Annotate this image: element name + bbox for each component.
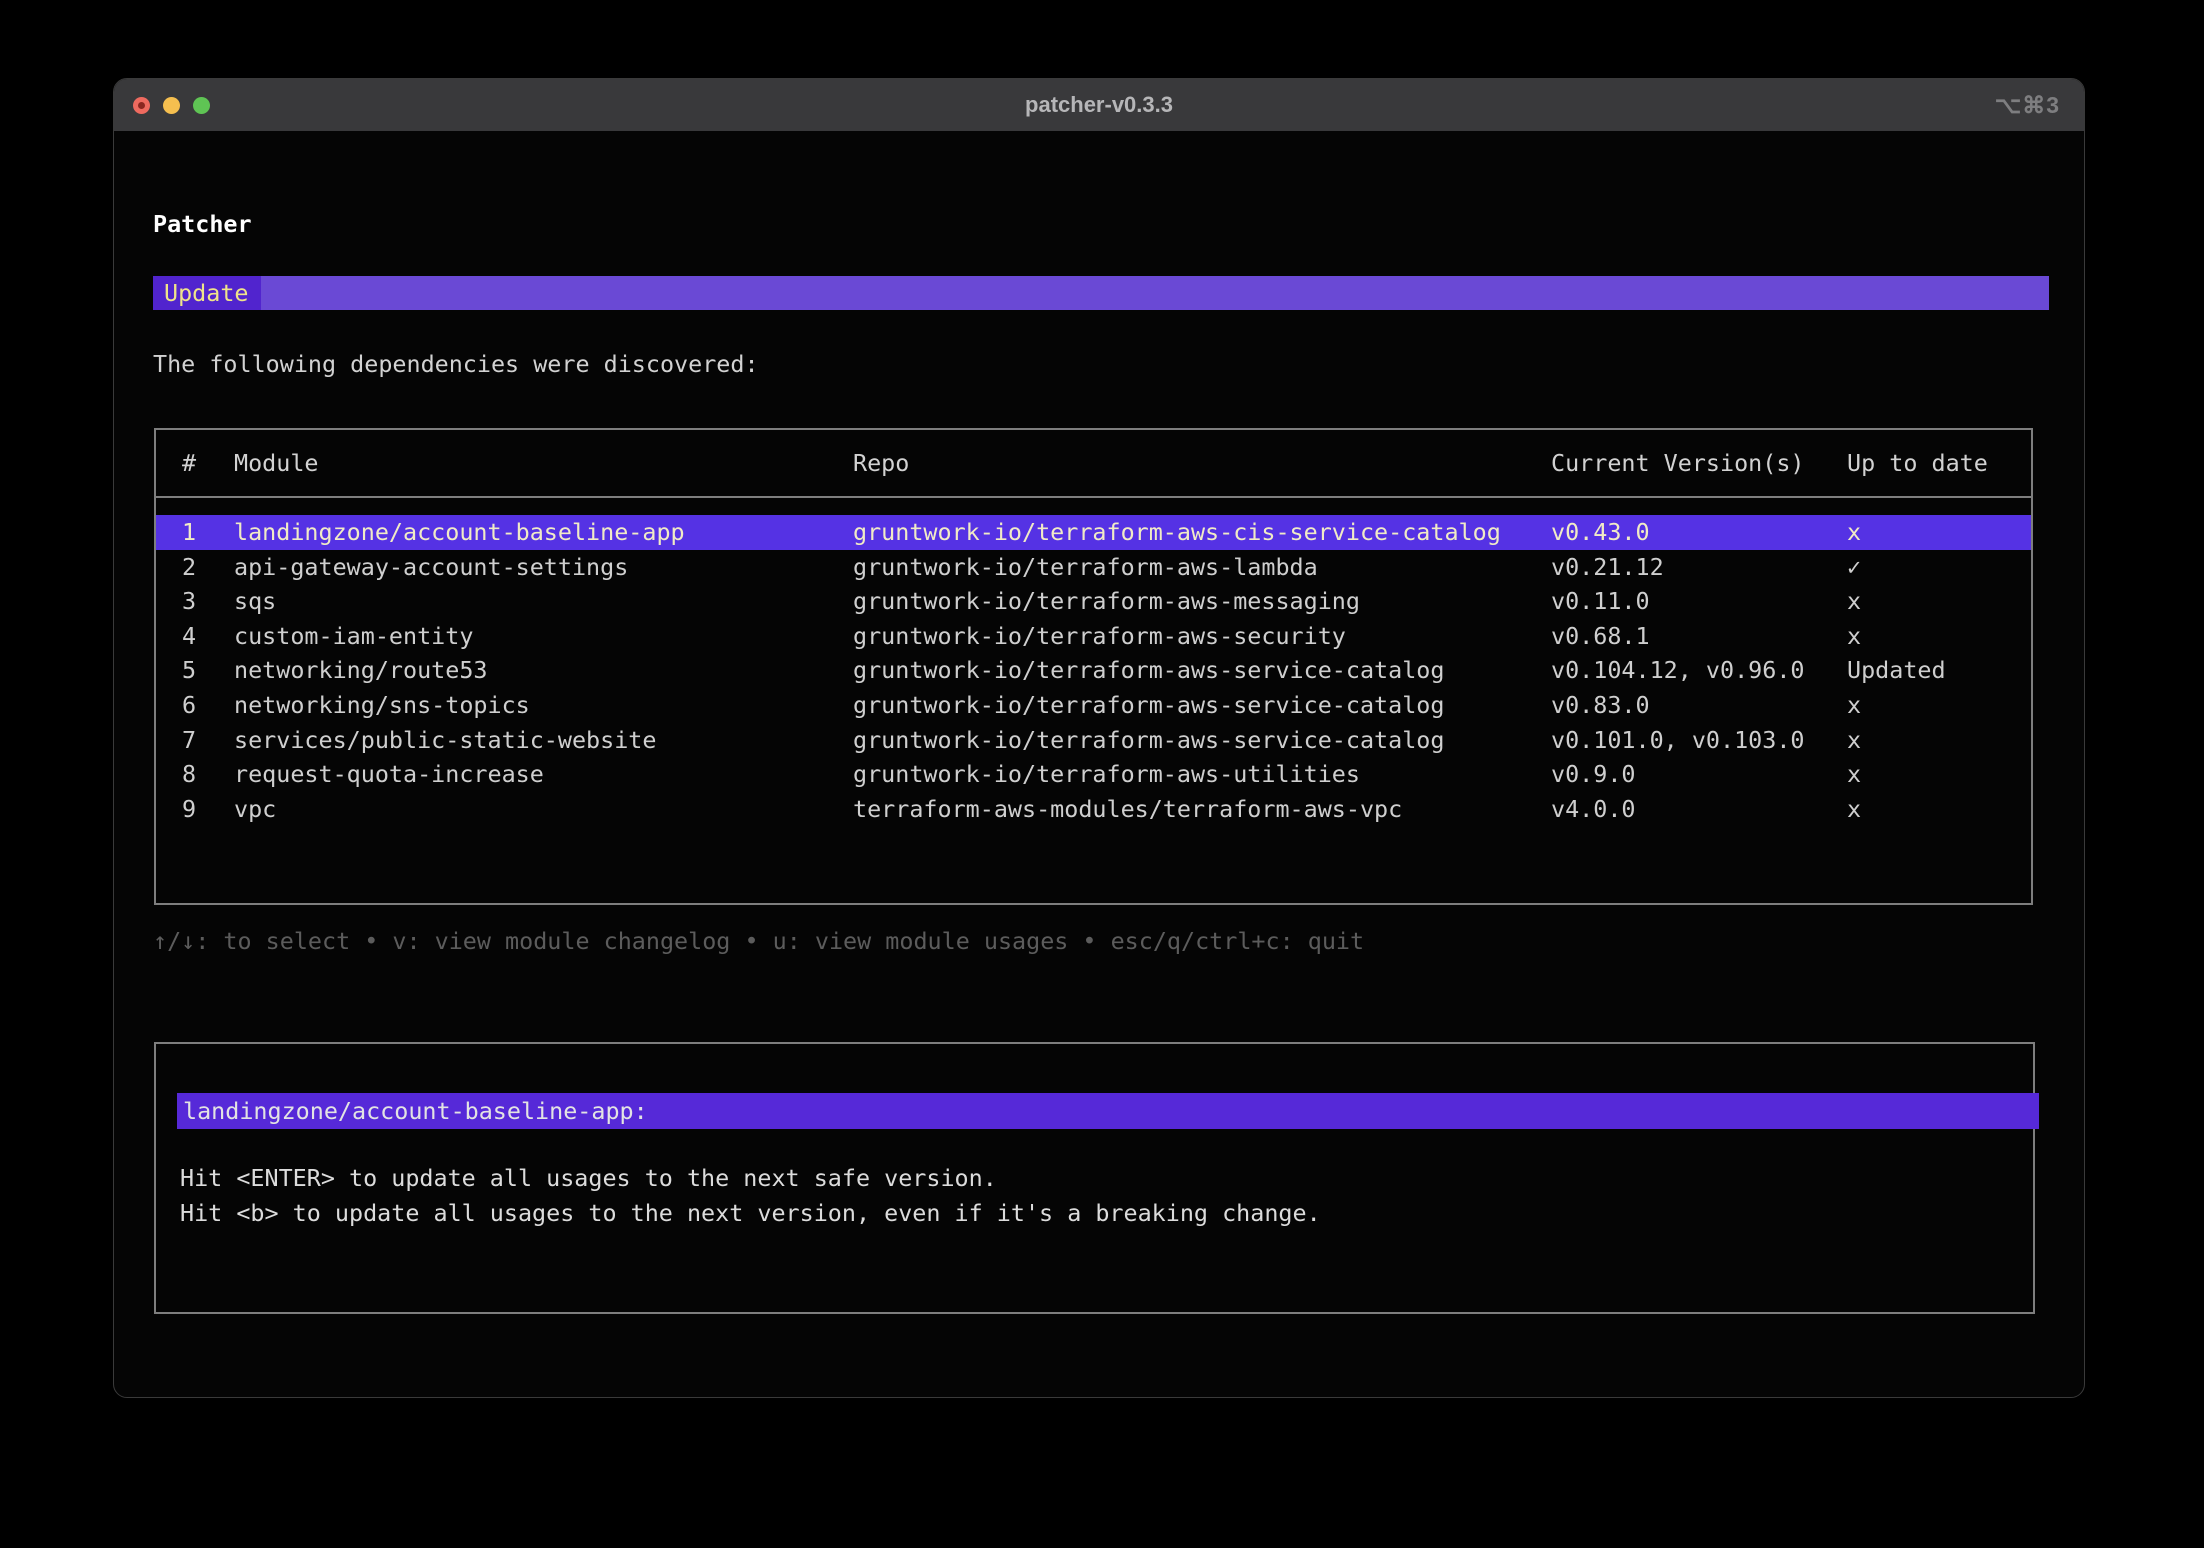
row-module: sqs [234,584,853,619]
row-number: 5 [182,653,234,688]
row-repo: gruntwork-io/terraform-aws-lambda [853,550,1551,585]
detail-instructions: Hit <ENTER> to update all usages to the … [180,1161,1321,1230]
terminal-window: patcher-v0.3.3 ⌥⌘3 Patcher Update The fo… [113,78,2085,1398]
row-number: 4 [182,619,234,654]
table-header: # Module Repo Current Version(s) Up to d… [156,430,2031,498]
row-status: x [1847,723,2031,758]
row-versions: v0.9.0 [1551,757,1847,792]
col-repo: Repo [853,430,1551,496]
col-versions: Current Version(s) [1551,430,1847,496]
row-repo: gruntwork-io/terraform-aws-utilities [853,757,1551,792]
col-status: Up to date [1847,430,2031,496]
table-row[interactable]: 6 networking/sns-topics gruntwork-io/ter… [156,688,2031,723]
row-number: 1 [182,515,234,550]
row-status: x [1847,792,2031,827]
keybinding-help: ↑/↓: to select • v: view module changelo… [153,924,1364,958]
row-number: 3 [182,584,234,619]
row-module: services/public-static-website [234,723,853,758]
row-module: request-quota-increase [234,757,853,792]
row-module: vpc [234,792,853,827]
instruction-line: Hit <ENTER> to update all usages to the … [180,1161,1321,1196]
row-status: Updated [1847,653,2031,688]
row-module: networking/sns-topics [234,688,853,723]
table-row[interactable]: 8 request-quota-increase gruntwork-io/te… [156,757,2031,792]
close-button[interactable] [133,97,150,114]
col-module: Module [234,430,853,496]
detail-panel: landingzone/account-baseline-app: Hit <E… [154,1042,2035,1314]
titlebar: patcher-v0.3.3 ⌥⌘3 [114,79,2084,131]
row-versions: v0.43.0 [1551,515,1847,550]
intro-text: The following dependencies were discover… [153,347,759,381]
row-versions: v0.104.12, v0.96.0 [1551,653,1847,688]
table-row[interactable]: 7 services/public-static-website gruntwo… [156,723,2031,758]
row-number: 9 [182,792,234,827]
table-row[interactable]: 1 landingzone/account-baseline-app grunt… [156,515,2031,550]
row-status: x [1847,619,2031,654]
instruction-line: Hit <b> to update all usages to the next… [180,1196,1321,1231]
desktop: patcher-v0.3.3 ⌥⌘3 Patcher Update The fo… [0,0,2204,1548]
row-repo: terraform-aws-modules/terraform-aws-vpc [853,792,1551,827]
row-versions: v0.83.0 [1551,688,1847,723]
zoom-button[interactable] [193,97,210,114]
dependencies-table: # Module Repo Current Version(s) Up to d… [154,428,2033,905]
traffic-lights [114,97,210,114]
row-repo: gruntwork-io/terraform-aws-cis-service-c… [853,515,1551,550]
row-status: x [1847,757,2031,792]
row-repo: gruntwork-io/terraform-aws-messaging [853,584,1551,619]
row-versions: v0.21.12 [1551,550,1847,585]
table-row[interactable]: 4 custom-iam-entity gruntwork-io/terrafo… [156,619,2031,654]
row-status: x [1847,515,2031,550]
table-row[interactable]: 9 vpc terraform-aws-modules/terraform-aw… [156,792,2031,827]
tab-bar: Update [153,276,2049,310]
row-repo: gruntwork-io/terraform-aws-security [853,619,1551,654]
table-row[interactable]: 5 networking/route53 gruntwork-io/terraf… [156,653,2031,688]
row-number: 6 [182,688,234,723]
app-heading: Patcher [153,207,252,241]
row-versions: v4.0.0 [1551,792,1847,827]
row-versions: v0.68.1 [1551,619,1847,654]
row-repo: gruntwork-io/terraform-aws-service-catal… [853,723,1551,758]
table-row[interactable]: 2 api-gateway-account-settings gruntwork… [156,550,2031,585]
minimize-button[interactable] [163,97,180,114]
window-title: patcher-v0.3.3 [114,92,2084,118]
row-module: landingzone/account-baseline-app [234,515,853,550]
row-module: custom-iam-entity [234,619,853,654]
row-module: api-gateway-account-settings [234,550,853,585]
row-status: x [1847,584,2031,619]
row-versions: v0.101.0, v0.103.0 [1551,723,1847,758]
row-module: networking/route53 [234,653,853,688]
tab-update[interactable]: Update [153,276,261,310]
row-status: x [1847,688,2031,723]
row-versions: v0.11.0 [1551,584,1847,619]
row-number: 8 [182,757,234,792]
selected-module-header: landingzone/account-baseline-app: [177,1093,2039,1129]
col-number: # [182,430,234,496]
row-repo: gruntwork-io/terraform-aws-service-catal… [853,653,1551,688]
row-number: 2 [182,550,234,585]
row-repo: gruntwork-io/terraform-aws-service-catal… [853,688,1551,723]
tab-shortcut-badge: ⌥⌘3 [1995,92,2084,119]
row-number: 7 [182,723,234,758]
terminal-content: Patcher Update The following dependencie… [114,131,2084,1397]
row-status: ✓ [1847,550,2031,585]
table-row[interactable]: 3 sqs gruntwork-io/terraform-aws-messagi… [156,584,2031,619]
table-rows: 1 landingzone/account-baseline-app grunt… [156,498,2031,826]
